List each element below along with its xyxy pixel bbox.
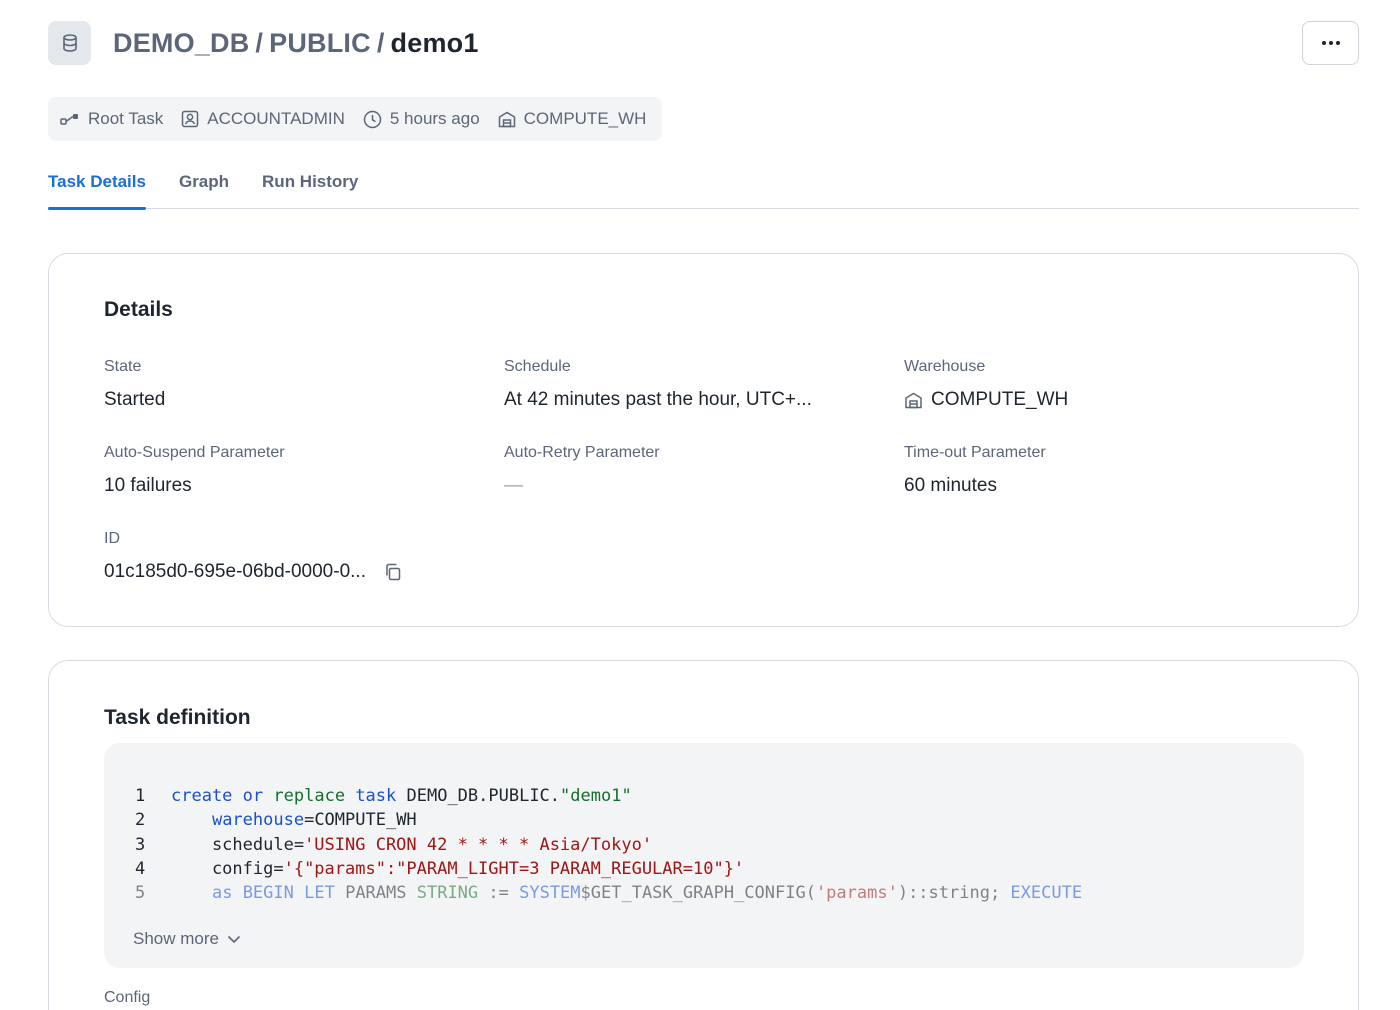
code-text: as BEGIN LET PARAMS STRING := SYSTEM$GET…: [211, 883, 1083, 904]
field-value: At 42 minutes past the hour, UTC+...: [504, 389, 812, 410]
task-definition-card: Task definition 1 create or replace task …: [48, 660, 1359, 1010]
user-icon: [182, 110, 199, 128]
breadcrumb-separator: /: [376, 27, 385, 58]
code-block: 1 create or replace task DEMO_DB.PUBLIC."…: [104, 743, 1304, 968]
meta-warehouse-label: COMPUTE_WH: [523, 109, 647, 128]
meta-owner: ACCOUNTADMIN: [181, 109, 345, 129]
show-more-button[interactable]: Show more: [133, 929, 241, 949]
code-text: config='{"params":"PARAM_LIGHT=3 PARAM_R…: [171, 858, 745, 879]
meta-created-label: 5 hours ago: [389, 109, 480, 128]
config-label: Config: [104, 989, 151, 1006]
field-timeout: Time-out Parameter 60 minutes: [904, 442, 1284, 498]
field-id: ID 01c185d0-695e-06bd-0000-0...: [104, 528, 484, 584]
code-line: 3 schedule='USING CRON 42 * * * * Asia/T…: [135, 833, 1082, 857]
id-value: 01c185d0-695e-06bd-0000-0...: [104, 561, 366, 582]
field-value: 01c185d0-695e-06bd-0000-0...: [104, 560, 484, 584]
breadcrumb-schema[interactable]: PUBLIC: [269, 28, 371, 58]
code-line: 4 config='{"params":"PARAM_LIGHT=3 PARAM…: [135, 857, 1082, 881]
line-number: 4: [135, 858, 146, 879]
field-label: Auto-Retry Parameter: [504, 444, 660, 461]
meta-owner-label: ACCOUNTADMIN: [207, 109, 345, 128]
warehouse-value: COMPUTE_WH: [931, 389, 1069, 410]
details-card: Details State Started Schedule At 42 min…: [48, 253, 1359, 627]
field-label: Warehouse: [904, 358, 986, 375]
field-schedule: Schedule At 42 minutes past the hour, UT…: [504, 356, 884, 412]
field-auto-retry: Auto-Retry Parameter —: [504, 442, 884, 498]
clock-icon: [363, 110, 382, 128]
page-header: DEMO_DB / PUBLIC / demo1: [48, 21, 1359, 65]
code-text: warehouse=COMPUTE_WH: [211, 810, 417, 831]
page-title: DEMO_DB / PUBLIC / demo1: [113, 28, 479, 59]
field-warehouse: Warehouse COMPUTE_WH: [904, 356, 1284, 412]
meta-created: 5 hours ago: [363, 109, 480, 129]
ellipsis-icon: [1321, 41, 1340, 45]
tab-bar: Task Details Graph Run History: [48, 166, 1359, 210]
field-value: 10 failures: [104, 475, 192, 496]
line-number: 2: [135, 810, 146, 831]
code-line: 2 warehouse=COMPUTE_WH: [135, 808, 1082, 832]
task-graph-icon: [60, 114, 78, 125]
field-value: COMPUTE_WH: [904, 388, 1284, 412]
meta-task-type-label: Root Task: [88, 109, 164, 128]
task-meta-bar: Root Task ACCOUNTADMIN 5 hours ago COMPU…: [48, 97, 663, 141]
meta-task-type: Root Task: [60, 109, 163, 129]
code-text: create or replace task DEMO_DB.PUBLIC."d…: [171, 786, 632, 806]
field-label: Schedule: [504, 358, 571, 375]
show-more-label: Show more: [133, 929, 219, 948]
database-icon: [48, 21, 91, 65]
field-label: Time-out Parameter: [904, 444, 1046, 461]
field-auto-suspend: Auto-Suspend Parameter 10 failures: [104, 442, 484, 498]
field-value: Started: [104, 389, 166, 410]
line-number: 5: [135, 883, 146, 904]
code-text: schedule='USING CRON 42 * * * * Asia/Tok…: [171, 834, 653, 855]
field-state: State Started: [104, 356, 484, 412]
line-number: 3: [135, 834, 146, 855]
warehouse-icon: [498, 111, 515, 127]
task-definition-title: Task definition: [104, 706, 251, 729]
warehouse-icon: [905, 392, 922, 408]
chevron-down-icon: [227, 935, 241, 943]
field-value: 60 minutes: [904, 475, 997, 496]
field-label: State: [104, 358, 142, 375]
details-title: Details: [104, 298, 173, 321]
copy-id-button[interactable]: [384, 563, 402, 581]
meta-warehouse: COMPUTE_WH: [498, 109, 647, 129]
breadcrumb-database[interactable]: DEMO_DB: [113, 28, 249, 58]
breadcrumb-separator: /: [255, 27, 264, 58]
tab-run-history[interactable]: Run History: [262, 166, 358, 209]
copy-icon: [386, 563, 401, 581]
breadcrumb-task: demo1: [390, 27, 479, 58]
line-number: 1: [135, 786, 146, 806]
field-label: Auto-Suspend Parameter: [104, 444, 285, 461]
tab-graph[interactable]: Graph: [179, 166, 229, 209]
code-line: 5 as BEGIN LET PARAMS STRING := SYSTEM$G…: [135, 881, 1082, 905]
code-line: 1 create or replace task DEMO_DB.PUBLIC."…: [135, 784, 1082, 808]
code-content: 1 create or replace task DEMO_DB.PUBLIC."…: [135, 784, 1082, 905]
field-value: —: [504, 475, 523, 496]
tab-task-details[interactable]: Task Details: [48, 166, 146, 210]
field-label: ID: [104, 530, 120, 547]
more-actions-button[interactable]: [1302, 21, 1359, 65]
